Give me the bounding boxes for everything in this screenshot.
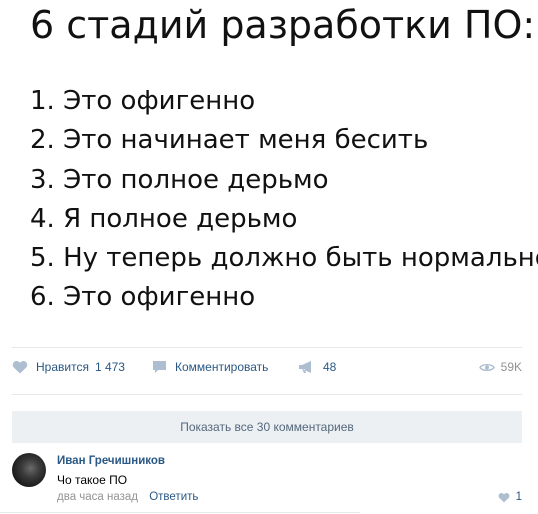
like-count: 1 473 [94, 360, 125, 374]
heart-icon [498, 492, 510, 502]
share-count: 48 [323, 360, 337, 374]
comment-like-count: 1 [515, 491, 522, 503]
list-item: 6. Это офигенно [30, 282, 256, 313]
comment-icon [153, 361, 166, 373]
avatar[interactable] [12, 453, 46, 487]
share-button[interactable]: 48 [298, 360, 336, 374]
reply-button[interactable]: Ответить [149, 491, 198, 503]
megaphone-icon [299, 361, 311, 373]
comment-button[interactable]: Комментировать [152, 360, 268, 374]
divider [12, 394, 522, 395]
like-button[interactable]: Нравится 1 473 [12, 360, 125, 374]
show-all-comments-button[interactable]: Показать все 30 комментариев [12, 411, 522, 443]
list-item: 1. Это офигенно [30, 86, 256, 116]
divider [0, 512, 360, 513]
comment-like-button[interactable]: 1 [498, 491, 522, 503]
like-label: Нравится [36, 360, 89, 374]
comment-time[interactable]: два часа назад [57, 491, 138, 503]
views-count: 59K [500, 360, 522, 374]
comment-meta: два часа назад Ответить [57, 491, 198, 503]
comment-text: Чо такое ПО [57, 473, 128, 487]
views-counter: 59K [478, 360, 522, 374]
list-item: 5. Ну теперь должно быть нормально [30, 243, 538, 274]
post-list: 1. Это офигенно 2. Это начинает меня бес… [30, 82, 538, 318]
list-item: 3. Это полное дерьмо [30, 164, 329, 195]
list-item: 4. Я полное дерьмо [30, 203, 298, 234]
post-actions-bar: Нравится 1 473 Комментировать 48 59K [12, 358, 522, 380]
divider [12, 347, 522, 348]
eye-icon [478, 363, 495, 371]
comment-item: Иван Гречишников Чо такое ПО два часа на… [12, 453, 522, 508]
heart-icon [12, 360, 28, 374]
comment-author[interactable]: Иван Гречишников [57, 455, 165, 467]
post-title: 6 стадий разработки ПО: [30, 3, 536, 47]
list-item: 2. Это начинает меня бесить [30, 125, 429, 156]
comment-label: Комментировать [175, 360, 269, 374]
